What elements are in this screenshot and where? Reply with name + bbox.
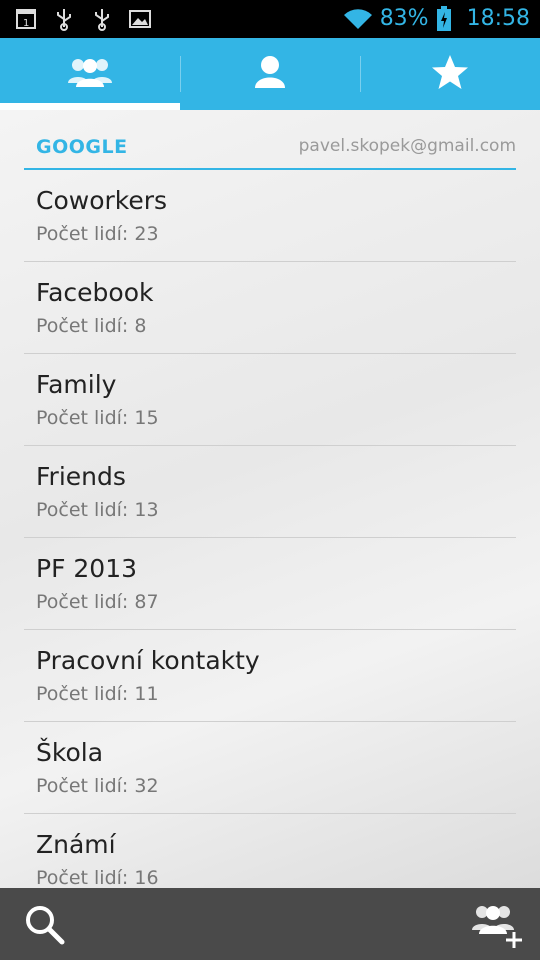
star-icon (431, 54, 469, 94)
group-list-item[interactable]: Facebook Počet lidí: 8 (24, 262, 516, 354)
tab-favorites[interactable] (360, 38, 540, 110)
battery-charging-icon (435, 6, 453, 31)
add-group-icon (470, 906, 522, 954)
group-name: Pracovní kontakty (36, 646, 260, 675)
svg-text:1: 1 (23, 18, 29, 29)
person-icon (253, 54, 287, 94)
group-member-count: Počet lidí: 13 (36, 499, 159, 521)
group-member-count: Počet lidí: 32 (36, 775, 159, 797)
clock: 18:58 (466, 6, 530, 31)
search-icon (22, 906, 68, 952)
group-member-count: Počet lidí: 11 (36, 683, 159, 705)
tab-bar (0, 38, 540, 110)
group-name: Family (36, 370, 117, 399)
account-header: GOOGLE pavel.skopek@gmail.com (24, 128, 516, 170)
image-icon (128, 7, 152, 31)
group-member-count: Počet lidí: 23 (36, 223, 159, 245)
usb-icon (90, 7, 114, 31)
sim-card-icon: 1 (14, 7, 38, 31)
groups-content: GOOGLE pavel.skopek@gmail.com Coworkers … (0, 110, 540, 888)
group-list-item[interactable]: Family Počet lidí: 15 (24, 354, 516, 446)
group-list-item[interactable]: Pracovní kontakty Počet lidí: 11 (24, 630, 516, 722)
groups-icon (66, 55, 114, 93)
group-member-count: Počet lidí: 87 (36, 591, 159, 613)
group-list-item[interactable]: Škola Počet lidí: 32 (24, 722, 516, 814)
group-list-item[interactable]: Friends Počet lidí: 13 (24, 446, 516, 538)
group-list-item[interactable]: Známí Počet lidí: 16 (24, 814, 516, 888)
group-name: Známí (36, 830, 116, 859)
battery-percent: 83% (379, 6, 429, 31)
account-email: pavel.skopek@gmail.com (298, 136, 516, 156)
add-group-button[interactable] (470, 902, 522, 950)
group-member-count: Počet lidí: 8 (36, 315, 147, 337)
group-list-item[interactable]: Coworkers Počet lidí: 23 (24, 170, 516, 262)
group-member-count: Počet lidí: 16 (36, 867, 159, 888)
usb-icon (52, 7, 76, 31)
search-button[interactable] (22, 902, 68, 948)
bottom-action-bar (0, 888, 540, 960)
tab-contacts[interactable] (180, 38, 360, 110)
wifi-icon (342, 7, 374, 31)
account-type: GOOGLE (36, 136, 128, 158)
group-list: Coworkers Počet lidí: 23 Facebook Počet … (24, 170, 516, 888)
group-name: Coworkers (36, 186, 168, 215)
group-name: PF 2013 (36, 554, 138, 583)
group-member-count: Počet lidí: 15 (36, 407, 159, 429)
tab-groups[interactable] (0, 38, 180, 110)
group-name: Škola (36, 738, 104, 767)
group-list-item[interactable]: PF 2013 Počet lidí: 87 (24, 538, 516, 630)
group-name: Facebook (36, 278, 154, 307)
group-name: Friends (36, 462, 126, 491)
status-bar: 1 83% 18:58 (0, 0, 540, 38)
